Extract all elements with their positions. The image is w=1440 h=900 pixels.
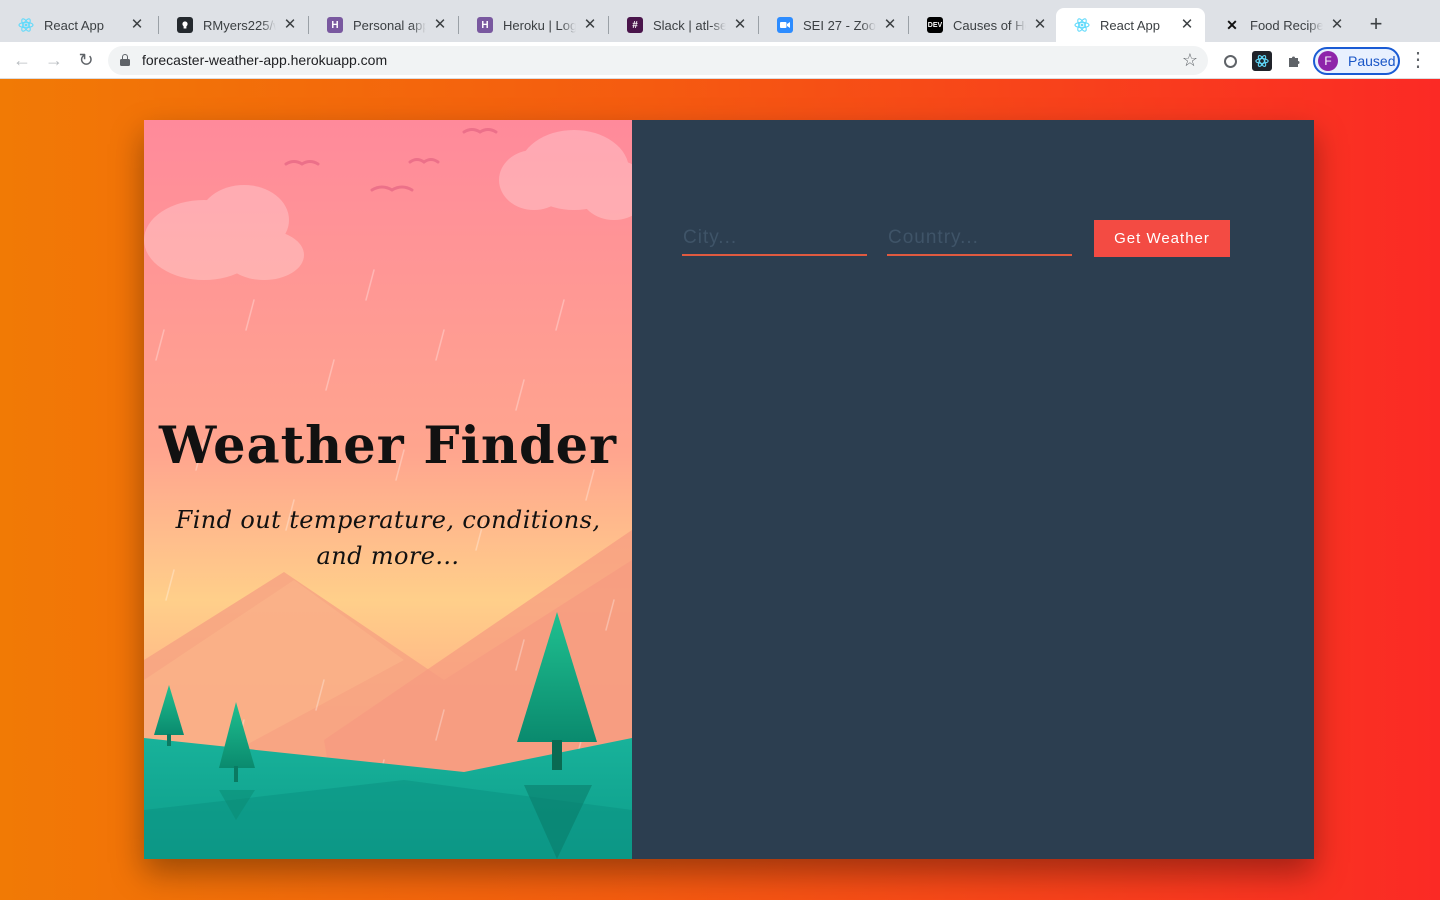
github-icon xyxy=(177,17,193,33)
close-icon[interactable]: ✕ xyxy=(1032,17,1048,33)
tab-title: Slack | atl-sei27 xyxy=(653,17,726,33)
lock-icon xyxy=(120,54,130,66)
tab-github[interactable]: RMyers225/weather-app ✕ xyxy=(159,8,308,42)
tab-strip: React App ✕ RMyers225/weather-app ✕ H Pe… xyxy=(0,0,1440,42)
forward-icon[interactable]: → xyxy=(42,48,66,72)
new-tab-button[interactable]: + xyxy=(1364,13,1388,37)
kebab-menu-icon[interactable]: ⋮ xyxy=(1408,50,1428,70)
record-extension-icon[interactable] xyxy=(1220,51,1240,71)
dev-icon: DEV xyxy=(927,17,943,33)
hero-text: Weather Finder Find out temperature, con… xyxy=(144,416,632,574)
tab-title: Personal apps | Heroku xyxy=(353,17,426,33)
close-icon[interactable]: ✕ xyxy=(732,17,748,33)
close-icon[interactable]: ✕ xyxy=(582,17,598,33)
close-icon[interactable]: ✕ xyxy=(1179,17,1195,33)
form-panel: Get Weather xyxy=(632,120,1314,859)
bookmark-star-icon[interactable]: ☆ xyxy=(1182,50,1198,71)
close-icon[interactable]: ✕ xyxy=(1329,17,1345,33)
tab-heroku-login[interactable]: H Heroku | Login ✕ xyxy=(459,8,608,42)
heroku-icon: H xyxy=(477,17,493,33)
tab-title: SEI 27 - Zoom xyxy=(803,17,876,33)
title-panel: Weather Finder Find out temperature, con… xyxy=(144,120,632,859)
url-text: forecaster-weather-app.herokuapp.com xyxy=(142,52,388,68)
page-viewport: Weather Finder Find out temperature, con… xyxy=(0,79,1440,900)
tab-title: Food Recipe App xyxy=(1250,17,1323,33)
tab-dev[interactable]: DEV Causes of Heroku ✕ xyxy=(909,8,1058,42)
tab-title: Causes of Heroku xyxy=(953,17,1026,33)
address-bar[interactable]: forecaster-weather-app.herokuapp.com ☆ xyxy=(108,46,1208,75)
extensions-puzzle-icon[interactable] xyxy=(1284,51,1304,71)
zoom-icon xyxy=(777,17,793,33)
tab-title: RMyers225/weather-app xyxy=(203,17,276,33)
tab-react-app-active[interactable]: React App ✕ xyxy=(1056,8,1205,42)
page-title: Weather Finder xyxy=(159,416,617,476)
close-icon[interactable]: ✕ xyxy=(129,17,145,33)
react-devtools-icon[interactable] xyxy=(1252,51,1272,71)
browser-toolbar: ← → ↻ forecaster-weather-app.herokuapp.c… xyxy=(0,42,1440,79)
heroku-icon: H xyxy=(327,17,343,33)
tab-food-recipe[interactable]: ✕ Food Recipe App ✕ xyxy=(1206,8,1355,42)
utensils-icon: ✕ xyxy=(1226,16,1238,33)
slack-icon: # xyxy=(627,17,643,33)
react-icon xyxy=(18,17,34,33)
close-icon[interactable]: ✕ xyxy=(282,17,298,33)
tab-react-app[interactable]: React App ✕ xyxy=(0,8,155,42)
reload-icon[interactable]: ↻ xyxy=(74,48,98,72)
react-icon xyxy=(1074,17,1090,33)
close-icon[interactable]: ✕ xyxy=(432,17,448,33)
tab-slack[interactable]: # Slack | atl-sei27 ✕ xyxy=(609,8,758,42)
city-input[interactable] xyxy=(682,221,867,256)
tab-title: Heroku | Login xyxy=(503,17,576,33)
weather-card: Weather Finder Find out temperature, con… xyxy=(144,120,1314,859)
tab-zoom[interactable]: SEI 27 - Zoom ✕ xyxy=(759,8,908,42)
tab-title: React App xyxy=(44,17,104,33)
profile-button[interactable]: F Paused xyxy=(1313,47,1400,75)
back-icon[interactable]: ← xyxy=(10,48,34,72)
get-weather-button[interactable]: Get Weather xyxy=(1094,220,1230,257)
page-subtitle: Find out temperature, conditions, and mo… xyxy=(175,506,601,570)
avatar: F xyxy=(1318,51,1338,71)
tab-title: React App xyxy=(1100,17,1160,33)
tab-heroku-apps[interactable]: H Personal apps | Heroku ✕ xyxy=(309,8,458,42)
profile-status: Paused xyxy=(1348,53,1396,69)
close-icon[interactable]: ✕ xyxy=(882,17,898,33)
country-input[interactable] xyxy=(887,221,1072,256)
